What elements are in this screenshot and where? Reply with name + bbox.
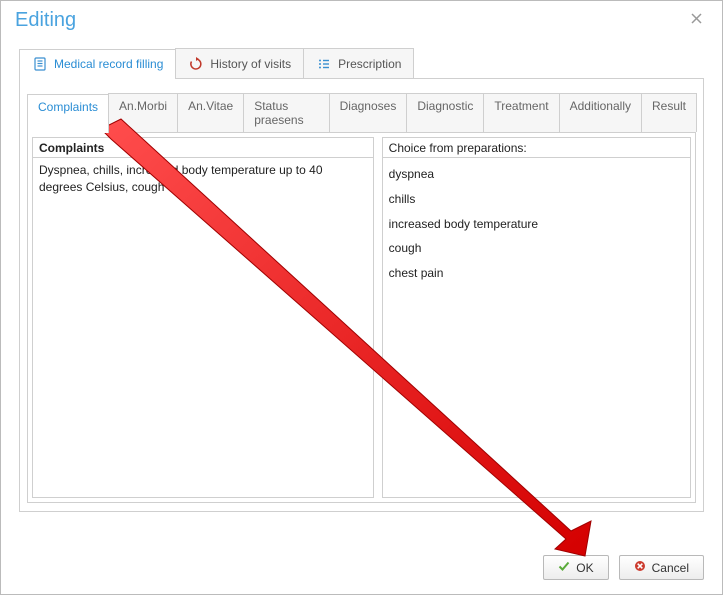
list-item-label: chills (389, 192, 416, 206)
preparations-heading: Choice from preparations: (383, 138, 690, 158)
refresh-icon (188, 56, 204, 72)
inner-tabs: Complaints An.Morbi An.Vitae Status prae… (27, 93, 696, 133)
close-icon (691, 13, 702, 24)
preparations-list: dyspnea chills increased body temperatur… (383, 158, 690, 497)
dialog-footer: OK Cancel (543, 555, 704, 580)
tab-label: Medical record filling (54, 57, 163, 71)
check-icon (558, 560, 570, 575)
list-item[interactable]: cough (389, 236, 684, 261)
tab-label: Additionally (570, 99, 631, 113)
tab-diagnoses[interactable]: Diagnoses (329, 93, 408, 132)
outer-tabs: Medical record filling History of visits… (19, 48, 704, 79)
content-area: Medical record filling History of visits… (1, 36, 722, 512)
tab-label: An.Morbi (119, 99, 167, 113)
tab-label: Diagnostic (417, 99, 473, 113)
tab-label: Prescription (338, 57, 401, 71)
list-item-label: dyspnea (389, 167, 434, 181)
list-item-label: cough (389, 241, 422, 255)
tab-treatment[interactable]: Treatment (483, 93, 559, 132)
editing-dialog: Editing Medical record filling (0, 0, 723, 595)
tab-result[interactable]: Result (641, 93, 697, 132)
tab-complaints[interactable]: Complaints (27, 94, 109, 133)
button-label: Cancel (652, 561, 689, 575)
list-item[interactable]: increased body temperature (389, 212, 684, 237)
document-icon (32, 56, 48, 72)
tab-diagnostic[interactable]: Diagnostic (406, 93, 484, 132)
list-item[interactable]: dyspnea (389, 162, 684, 187)
complaints-text[interactable]: Dyspnea, chills, increased body temperat… (33, 158, 373, 497)
body-row: Complaints Dyspnea, chills, increased bo… (27, 133, 696, 503)
tab-an-vitae[interactable]: An.Vitae (177, 93, 244, 132)
tab-status-praesens[interactable]: Status praesens (243, 93, 329, 132)
inner-panel: Complaints An.Morbi An.Vitae Status prae… (20, 79, 703, 511)
close-button[interactable] (685, 9, 708, 29)
preparations-panel: Choice from preparations: dyspnea chills… (382, 137, 691, 498)
list-icon (316, 56, 332, 72)
tab-label: An.Vitae (188, 99, 233, 113)
list-item[interactable]: chills (389, 187, 684, 212)
tab-label: Status praesens (254, 99, 303, 127)
button-label: OK (576, 561, 593, 575)
outer-panel: Medical record filling History of visits… (19, 48, 704, 512)
tab-label: Treatment (494, 99, 548, 113)
titlebar: Editing (1, 1, 722, 36)
tab-label: Result (652, 99, 686, 113)
cancel-icon (634, 560, 646, 575)
window-title: Editing (15, 9, 76, 32)
tab-prescription[interactable]: Prescription (303, 48, 414, 78)
tab-an-morbi[interactable]: An.Morbi (108, 93, 178, 132)
tab-label: History of visits (210, 57, 291, 71)
tab-history-of-visits[interactable]: History of visits (175, 48, 304, 78)
tab-label: Complaints (38, 100, 98, 114)
complaints-panel: Complaints Dyspnea, chills, increased bo… (32, 137, 374, 498)
tab-medical-record-filling[interactable]: Medical record filling (19, 49, 176, 79)
tab-additionally[interactable]: Additionally (559, 93, 642, 132)
ok-button[interactable]: OK (543, 555, 608, 580)
list-item[interactable]: chest pain (389, 261, 684, 286)
tab-label: Diagnoses (340, 99, 397, 113)
list-item-label: chest pain (389, 266, 444, 280)
cancel-button[interactable]: Cancel (619, 555, 704, 580)
list-item-label: increased body temperature (389, 217, 538, 231)
complaints-heading: Complaints (33, 138, 373, 158)
